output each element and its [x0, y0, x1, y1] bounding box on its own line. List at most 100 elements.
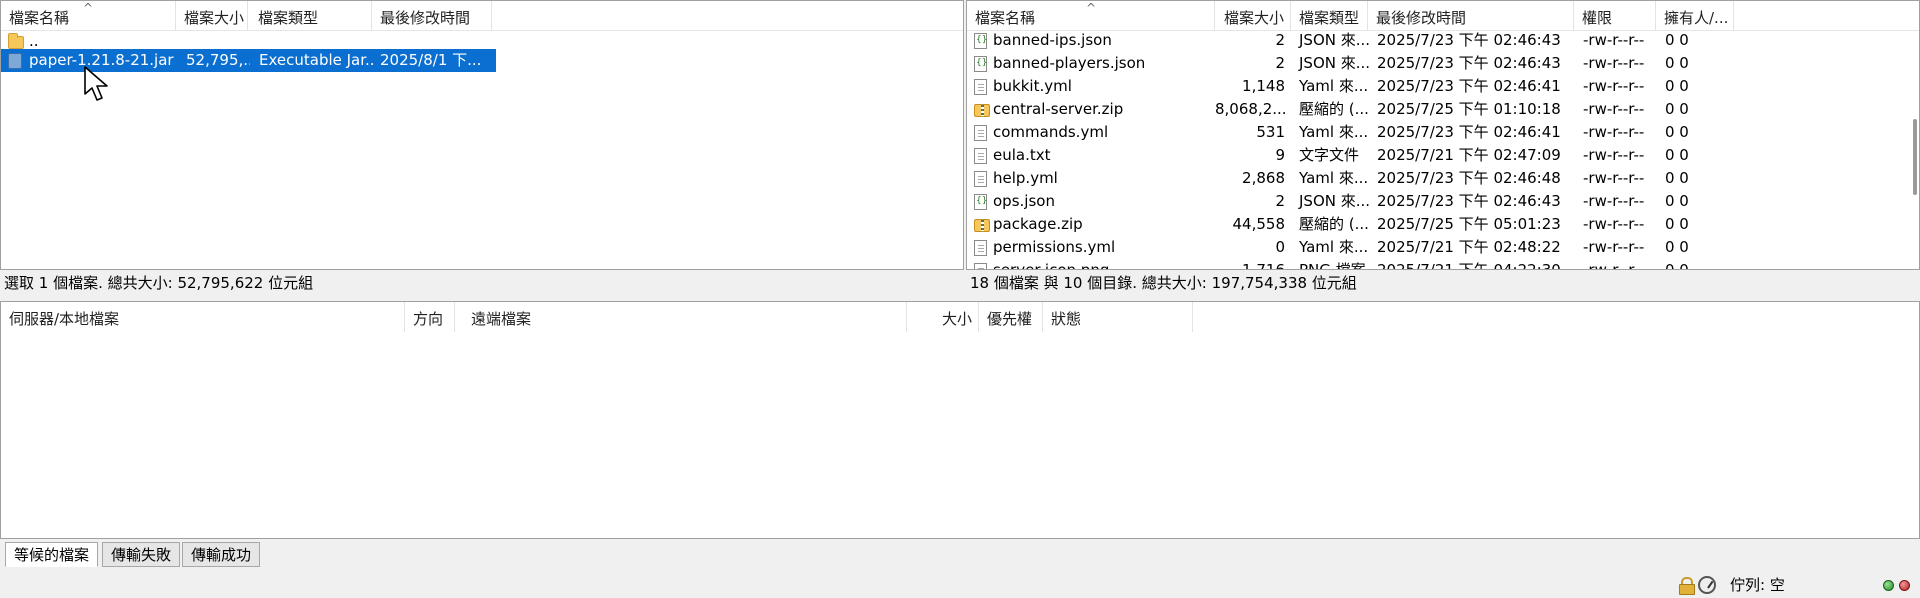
transfer-queue[interactable]: 伺服器/本地檔案 方向 遠端檔案 大小 優先權 狀態	[0, 301, 1920, 539]
remote-file-row[interactable]: banned-ips.json 2 JSON 來... 2025/7/23 下午 02…	[967, 29, 1917, 52]
file-modified: 2025/7/23 下午 02:46:43	[1377, 192, 1561, 210]
file-modified: 2025/7/23 下午 02:46:43	[1377, 31, 1561, 49]
remote-file-row[interactable]: bukkit.yml 1,148 Yaml 來... 2025/7/23 下午 02:…	[967, 75, 1917, 98]
file-name: eula.txt	[993, 146, 1051, 164]
local-col-type[interactable]: 檔案類型	[250, 1, 372, 31]
remote-file-row[interactable]: package.zip 44,558 壓縮的 (... 2025/7/25 下午 05…	[967, 213, 1917, 236]
file-owner: 0 0	[1665, 100, 1689, 118]
speed-limit-icon[interactable]	[1698, 576, 1716, 594]
queue-col-size[interactable]: 大小	[907, 302, 979, 332]
remote-file-row[interactable]: ops.json 2 JSON 來... 2025/7/23 下午 02:46:43 -…	[967, 190, 1917, 213]
remote-file-row[interactable]: commands.yml 531 Yaml 來... 2025/7/23 下午 02:…	[967, 121, 1917, 144]
queue-col-status[interactable]: 狀態	[1043, 302, 1193, 332]
bottom-status-bar: 佇列: 空	[0, 572, 1920, 598]
file-owner: 0 0	[1665, 215, 1689, 233]
file-permissions: -rw-r--r--	[1583, 54, 1645, 72]
file-modified: 2025/7/21 下午 04:22:30	[1377, 261, 1561, 270]
file-type: PNG 檔案	[1299, 261, 1366, 270]
remote-file-row[interactable]: server-icon.png 1,716 PNG 檔案 2025/7/21 下午 0…	[967, 259, 1917, 270]
file-size: 52,795,...	[186, 51, 250, 69]
file-permissions: -rw-r--r--	[1583, 123, 1645, 141]
local-file-list[interactable]: ^ 檔案名稱 檔案大小 檔案類型 最後修改時間 .. paper-1.21.8-2…	[0, 0, 964, 270]
file-modified: 2025/8/1 下...	[380, 51, 482, 69]
mouse-cursor-icon	[84, 66, 108, 101]
local-col-name[interactable]: 檔案名稱	[1, 1, 176, 31]
remote-file-row[interactable]: eula.txt 9 文字文件 2025/7/21 下午 02:47:09 -rw-r-…	[967, 144, 1917, 167]
file-permissions: -rw-r--r--	[1583, 146, 1645, 164]
file-size: 0	[1275, 238, 1285, 256]
tab-successful-transfers[interactable]: 傳輸成功	[182, 542, 261, 567]
local-col-size[interactable]: 檔案大小	[176, 1, 248, 31]
file-name: central-server.zip	[993, 100, 1124, 118]
file-owner: 0 0	[1665, 261, 1689, 270]
file-name: banned-players.json	[993, 54, 1146, 72]
remote-col-modified[interactable]: 最後修改時間	[1368, 1, 1574, 31]
file-type: JSON 來...	[1299, 192, 1369, 210]
local-rows: ..paper-1.21.8-21.jar52,795,...Executabl…	[1, 31, 963, 269]
file-size: 2,868	[1242, 169, 1285, 187]
remote-list-header: ^ 檔案名稱 檔案大小 檔案類型 最後修改時間 權限 擁有人/...	[967, 1, 1919, 31]
file-type: 壓縮的 (...	[1299, 100, 1369, 118]
file-permissions: -rw-r--r--	[1583, 261, 1645, 270]
queue-col-priority[interactable]: 優先權	[979, 302, 1043, 332]
remote-col-size[interactable]: 檔案大小	[1215, 1, 1291, 31]
remote-file-row[interactable]: permissions.yml 0 Yaml 來... 2025/7/21 下午 02…	[967, 236, 1917, 259]
file-owner: 0 0	[1665, 77, 1689, 95]
file-name: ops.json	[993, 192, 1055, 210]
file-name: help.yml	[993, 169, 1058, 187]
remote-rows: banned-ips.json 2 JSON 來... 2025/7/23 下午 02…	[967, 31, 1919, 269]
remote-col-owner[interactable]: 擁有人/...	[1656, 1, 1734, 31]
file-type: JSON 來...	[1299, 54, 1369, 72]
file-owner: 0 0	[1665, 54, 1689, 72]
file-size: 2	[1275, 192, 1285, 210]
file-owner: 0 0	[1665, 169, 1689, 187]
local-status-bar: 選取 1 個檔案. 總共大小: 52,795,622 位元組	[0, 270, 964, 296]
file-type: 文字文件	[1299, 146, 1360, 164]
file-type: Yaml 來...	[1299, 238, 1369, 256]
remote-file-row[interactable]: banned-players.json 2 JSON 來... 2025/7/23 下…	[967, 52, 1917, 75]
file-size: 1,148	[1242, 77, 1285, 95]
file-modified: 2025/7/21 下午 02:48:22	[1377, 238, 1561, 256]
file-type: 壓縮的 (...	[1299, 215, 1369, 233]
file-owner: 0 0	[1665, 123, 1689, 141]
remote-col-name[interactable]: 檔案名稱	[967, 1, 1215, 31]
tab-failed-transfers[interactable]: 傳輸失敗	[102, 542, 181, 567]
file-name: permissions.yml	[993, 238, 1116, 256]
file-name: banned-ips.json	[993, 31, 1112, 49]
remote-col-permissions[interactable]: 權限	[1574, 1, 1656, 31]
remote-scrollbar-thumb[interactable]	[1913, 119, 1917, 195]
file-modified: 2025/7/25 下午 05:01:23	[1377, 215, 1561, 233]
file-size: 44,558	[1232, 215, 1286, 233]
file-modified: 2025/7/23 下午 02:46:41	[1377, 77, 1561, 95]
file-type: Executable Jar...	[259, 51, 373, 69]
queue-header: 伺服器/本地檔案 方向 遠端檔案 大小 優先權 狀態	[1, 302, 1919, 332]
remote-status-bar: 18 個檔案 與 10 個目錄. 總共大小: 197,754,338 位元組	[966, 270, 1920, 296]
remote-file-row[interactable]: central-server.zip 8,068,2... 壓縮的 (... 2025…	[967, 98, 1917, 121]
local-file-row[interactable]: paper-1.21.8-21.jar52,795,...Executable …	[1, 49, 496, 72]
queue-col-remote-file[interactable]: 遠端檔案	[463, 302, 907, 332]
file-permissions: -rw-r--r--	[1583, 31, 1645, 49]
remote-file-list[interactable]: ^ 檔案名稱 檔案大小 檔案類型 最後修改時間 權限 擁有人/... banne…	[966, 0, 1920, 270]
remote-col-type[interactable]: 檔案類型	[1291, 1, 1368, 31]
file-name: bukkit.yml	[993, 77, 1072, 95]
lock-icon[interactable]	[1679, 577, 1695, 595]
file-size: 2	[1275, 54, 1285, 72]
file-size: 2	[1275, 31, 1285, 49]
file-owner: 0 0	[1665, 238, 1689, 256]
file-size: 9	[1275, 146, 1285, 164]
queue-col-local-file[interactable]: 伺服器/本地檔案	[1, 302, 405, 332]
remote-file-row[interactable]: help.yml 2,868 Yaml 來... 2025/7/23 下午 02:46…	[967, 167, 1917, 190]
local-col-modified[interactable]: 最後修改時間	[372, 1, 492, 31]
receive-indicator-icon	[1883, 580, 1894, 591]
tab-queued-files[interactable]: 等候的檔案	[5, 542, 99, 567]
file-modified: 2025/7/21 下午 02:47:09	[1377, 146, 1561, 164]
file-name: server-icon.png	[993, 261, 1110, 270]
file-size: 1,716	[1242, 261, 1285, 270]
file-owner: 0 0	[1665, 31, 1689, 49]
queue-col-direction[interactable]: 方向	[405, 302, 455, 332]
file-modified: 2025/7/25 下午 01:10:18	[1377, 100, 1561, 118]
file-modified: 2025/7/23 下午 02:46:48	[1377, 169, 1561, 187]
file-type: JSON 來...	[1299, 31, 1369, 49]
file-size: 531	[1256, 123, 1285, 141]
file-permissions: -rw-r--r--	[1583, 100, 1645, 118]
